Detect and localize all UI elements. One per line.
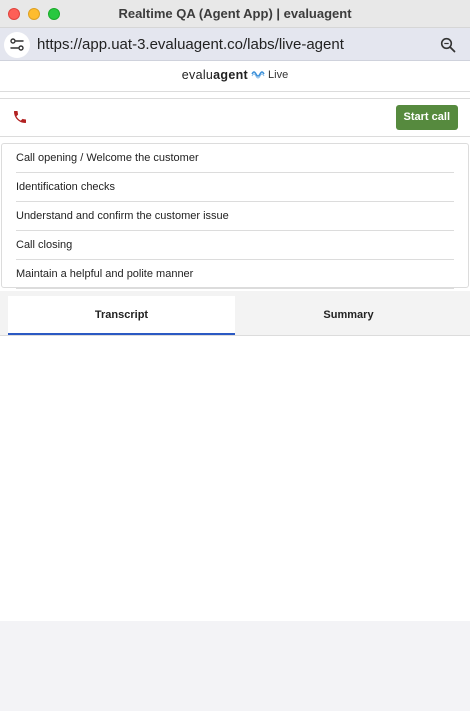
checklist-item-label: Call closing: [16, 239, 73, 251]
tab-bar: Transcript Summary: [0, 291, 470, 336]
brand-name-light: evalu: [181, 68, 214, 82]
app-content: evalu agent Live Start call Call opening …: [0, 61, 470, 621]
zoom-icon[interactable]: [440, 37, 456, 53]
window-title: Realtime QA (Agent App) | evaluagent: [118, 6, 352, 21]
phone-icon: [12, 109, 28, 125]
start-call-button[interactable]: Start call: [395, 105, 458, 130]
call-controls: Start call: [0, 98, 470, 137]
brand-logo: evalu agent Live: [182, 68, 288, 82]
tab-transcript[interactable]: Transcript: [8, 296, 235, 335]
checklist-item-label: Maintain a helpful and polite manner: [16, 268, 194, 280]
window-titlebar: Realtime QA (Agent App) | evaluagent: [0, 0, 470, 28]
checklist-item: Identification checks: [16, 173, 454, 202]
address-bar: https://app.uat-3.evaluagent.co/labs/liv…: [0, 28, 470, 61]
tabs-area: Transcript Summary: [0, 291, 470, 621]
url-text[interactable]: https://app.uat-3.evaluagent.co/labs/liv…: [37, 36, 344, 53]
checklist-item: Understand and confirm the customer issu…: [16, 202, 454, 231]
checklist-item-label: Call opening / Welcome the customer: [16, 152, 199, 164]
qa-checklist: Call opening / Welcome the customer Iden…: [1, 143, 469, 289]
soundwave-icon: [251, 68, 265, 82]
site-settings-icon[interactable]: [4, 32, 30, 58]
checklist-item: Call closing: [16, 231, 454, 260]
tab-summary[interactable]: Summary: [235, 296, 462, 335]
brand-live-label: Live: [268, 69, 289, 81]
checklist-item: Call opening / Welcome the customer: [16, 144, 454, 173]
brand-name-bold: agent: [213, 68, 249, 82]
checklist-item-label: Understand and confirm the customer issu…: [16, 210, 229, 222]
transcript-panel: [0, 336, 470, 621]
brand-header: evalu agent Live: [0, 61, 470, 92]
checklist-item: Maintain a helpful and polite manner: [16, 260, 454, 289]
checklist-item-label: Identification checks: [16, 181, 116, 193]
